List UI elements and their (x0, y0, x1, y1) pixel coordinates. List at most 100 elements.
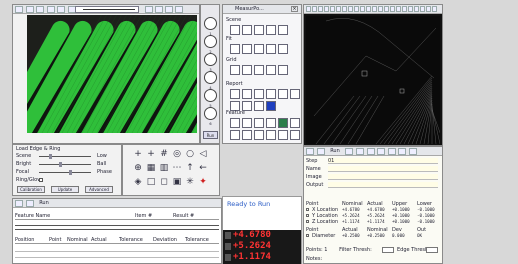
shape-tool-icon[interactable] (254, 65, 264, 75)
report-tab-run[interactable]: Run (330, 148, 340, 154)
hash-icon[interactable]: # (159, 149, 169, 159)
report-field-value[interactable]: 01 (328, 158, 438, 164)
results-column-header[interactable]: Tolerance (119, 237, 143, 243)
shape-tool-icon[interactable] (230, 65, 240, 75)
dial-3[interactable]: 3 (204, 53, 217, 72)
home-icon[interactable] (306, 148, 314, 155)
camera-image[interactable] (27, 15, 197, 133)
dial-1[interactable]: 1 (204, 17, 217, 36)
results-column-header[interactable]: Actual (91, 237, 107, 243)
report-row-checkbox[interactable] (306, 214, 309, 217)
cad-tool-icon[interactable] (378, 6, 383, 12)
record-icon[interactable] (57, 6, 66, 13)
cad-tool-icon[interactable] (312, 6, 317, 12)
shape-tool-icon[interactable] (254, 118, 264, 128)
results-column-header[interactable]: Tolerance (185, 237, 209, 243)
cad-tool-icon[interactable] (348, 6, 353, 12)
export-icon[interactable] (408, 148, 417, 155)
shape-tool-icon[interactable] (242, 130, 252, 140)
crosshair-icon[interactable]: + (133, 149, 143, 159)
expand-icon[interactable] (15, 200, 23, 207)
star-icon[interactable]: ✳ (185, 177, 195, 187)
frame-icon[interactable]: ▣ (172, 177, 182, 187)
zoom-out-icon[interactable] (25, 6, 34, 13)
shape-tool-icon[interactable] (230, 25, 240, 35)
cad-tool-icon[interactable] (336, 6, 341, 12)
shape-tool-icon[interactable] (230, 118, 240, 128)
results-column-header[interactable]: Item # (135, 213, 152, 219)
cad-tool-icon[interactable] (318, 6, 323, 12)
dot-cross-icon[interactable]: ◈ (133, 177, 143, 187)
cad-tool-icon[interactable] (426, 6, 431, 12)
shape-tool-icon[interactable] (242, 65, 252, 75)
circle-target-icon[interactable]: ◎ (172, 149, 182, 159)
shape-tool-icon[interactable] (266, 101, 276, 111)
ring-glow-checkbox[interactable] (39, 178, 43, 182)
cad-tool-icon[interactable] (408, 6, 413, 12)
filter-icon[interactable] (25, 200, 34, 207)
close-icon[interactable]: × (291, 6, 298, 12)
cad-tool-icon[interactable] (360, 6, 365, 12)
grid-icon[interactable]: ▦ (146, 163, 156, 173)
plus-icon[interactable]: + (146, 149, 156, 159)
results-column-header[interactable]: Deviation (153, 237, 177, 243)
save-icon[interactable] (366, 148, 375, 155)
report-row-checkbox[interactable] (306, 208, 309, 211)
report-field-value[interactable] (328, 174, 438, 180)
zoom-in-icon[interactable] (15, 6, 23, 13)
shape-tool-icon[interactable] (254, 101, 264, 111)
cad-tool-icon[interactable] (402, 6, 407, 12)
cad-tool-icon[interactable] (342, 6, 347, 12)
results-run-label[interactable]: Run (39, 200, 49, 206)
shape-tool-icon[interactable] (278, 118, 288, 128)
shape-tool-icon[interactable] (254, 89, 264, 99)
report-field-value[interactable] (328, 182, 438, 188)
shape-tool-icon[interactable] (254, 44, 264, 54)
results-column-header[interactable]: Point (49, 237, 61, 243)
results-column-header[interactable]: Position (15, 237, 34, 243)
light-slider[interactable] (39, 172, 91, 173)
shape-tool-icon[interactable] (230, 44, 240, 54)
dro-y-zero-button[interactable] (225, 243, 231, 250)
cad-tool-icon[interactable] (420, 6, 425, 12)
cad-tool-icon[interactable] (384, 6, 389, 12)
run-button[interactable]: Run (203, 131, 218, 139)
ring-icon[interactable]: ○ (185, 149, 195, 159)
light-button[interactable]: Calibration (17, 186, 45, 193)
cad-tool-icon[interactable] (414, 6, 419, 12)
edge-thresh-select[interactable] (426, 247, 438, 253)
shape-tool-icon[interactable] (266, 25, 276, 35)
chart-icon[interactable] (398, 148, 407, 155)
up-arrow-icon[interactable]: ↑ (185, 163, 195, 173)
results-column-header[interactable]: Nominal (67, 237, 88, 243)
print-icon[interactable] (377, 148, 386, 155)
results-column-header[interactable]: Result # (173, 213, 194, 219)
shape-tool-icon[interactable] (278, 44, 288, 54)
prev-icon[interactable] (345, 148, 354, 155)
cad-tool-icon[interactable] (396, 6, 401, 12)
light-slider[interactable] (39, 164, 91, 165)
next-icon[interactable] (355, 148, 364, 155)
shape-tool-icon[interactable] (290, 118, 300, 128)
triangle-icon[interactable]: ◁ (198, 149, 208, 159)
snapshot-icon[interactable] (46, 6, 55, 13)
report-row-checkbox[interactable] (306, 234, 309, 237)
cad-tool-icon[interactable] (390, 6, 395, 12)
camera-zoom-track[interactable] (83, 9, 135, 10)
shape-tool-icon[interactable] (290, 130, 300, 140)
light-button[interactable]: Update (51, 186, 79, 193)
shape-tool-icon[interactable] (230, 89, 240, 99)
pin-icon[interactable] (155, 6, 163, 13)
cad-tool-icon[interactable] (366, 6, 371, 12)
spark-icon[interactable]: ✦ (198, 177, 208, 187)
fit-icon[interactable] (36, 6, 45, 13)
cad-tool-icon[interactable] (306, 6, 311, 12)
shape-tool-icon[interactable] (266, 89, 276, 99)
cad-tool-icon[interactable] (354, 6, 359, 12)
cad-tool-icon[interactable] (330, 6, 335, 12)
light-button[interactable]: Advanced (85, 186, 113, 193)
shape-tool-icon[interactable] (242, 44, 252, 54)
dial-4[interactable]: 4 (204, 71, 217, 90)
square-icon[interactable]: □ (146, 177, 156, 187)
dial-5[interactable]: 5 (204, 89, 217, 108)
